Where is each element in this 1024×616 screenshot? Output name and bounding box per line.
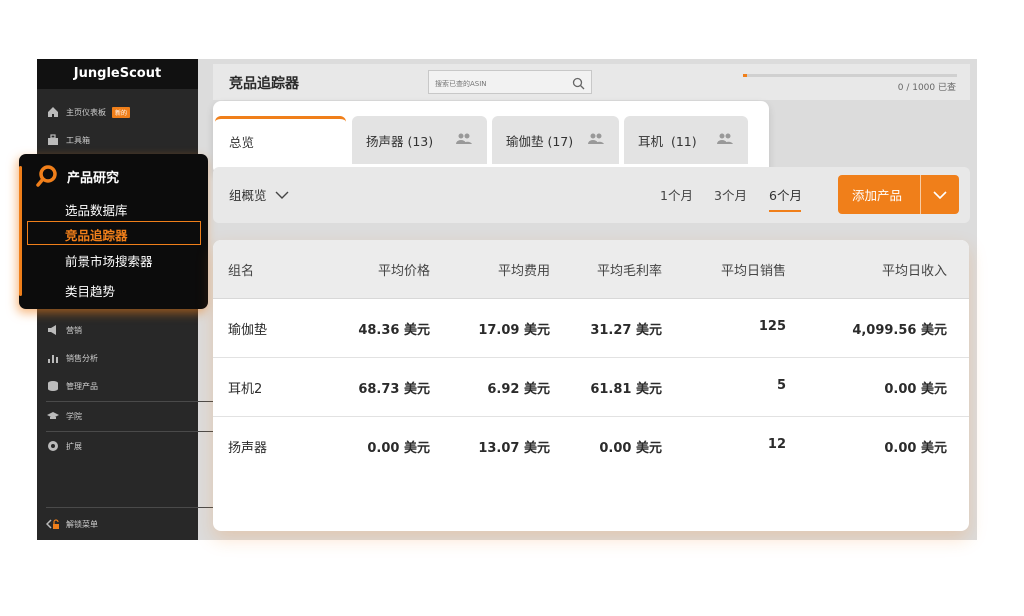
sidebar-item-label: 管理产品 [66, 381, 98, 391]
tab-yoga-mats[interactable]: 瑜伽垫 (17) [492, 116, 619, 164]
chrome-icon [46, 439, 60, 453]
tab-label: 总览 [229, 135, 255, 150]
tab-label: 扬声器 (13) [366, 133, 434, 149]
lock-arrow-icon [46, 517, 60, 531]
unlock-menu-button[interactable]: 解锁菜单 [46, 517, 98, 531]
sidebar-item-label: 扩展 [66, 441, 82, 451]
avg-daily-sales-cell: 12 [767, 437, 786, 452]
menu-item-label: 竞品追踪器 [65, 228, 128, 243]
column-header[interactable]: 平均费用 [498, 260, 550, 279]
sidebar-divider [46, 507, 230, 508]
table-row[interactable]: 瑜伽垫 48.36 美元 17.09 美元 31.27 美元 125 4,099… [213, 299, 969, 358]
usage-progress-text: 0 / 1000 已查 [897, 83, 956, 93]
sidebar-item-label: 主页仪表板 [66, 107, 106, 117]
sidebar-item-extension[interactable]: 扩展 [46, 439, 82, 453]
sidebar-item-label: 工具箱 [66, 135, 90, 145]
graduation-cap-icon [46, 409, 60, 423]
sidebar-item-academy[interactable]: 学院 [46, 409, 82, 423]
home-icon [46, 105, 60, 119]
period-3-months[interactable]: 3个月 [714, 185, 747, 204]
avg-daily-revenue-cell: 0.00 美元 [884, 441, 947, 456]
usage-progress-bar [743, 74, 957, 77]
search-input[interactable] [429, 73, 559, 95]
sidebar-item-marketing[interactable]: 营销 [46, 323, 82, 337]
usage-progress-fill [743, 74, 748, 77]
active-period-indicator [769, 210, 801, 212]
groups-table: 组名 平均价格 平均费用 平均毛利率 平均日销售 平均日收入 瑜伽垫 48.36… [213, 240, 969, 531]
filter-bar: 组概览 1个月 3个月 6个月 添加产品 [213, 167, 970, 223]
sidebar-item-toolbox[interactable]: 工具箱 [46, 133, 90, 147]
avg-fee-cell: 17.09 美元 [478, 323, 550, 338]
menu-item-product-tracker[interactable]: 竞品追踪器 [27, 221, 201, 245]
avg-daily-sales-cell: 5 [776, 378, 786, 393]
tab-overview[interactable]: 总览 [215, 116, 346, 164]
group-name-cell: 耳机2 [228, 382, 263, 397]
product-research-icon [35, 164, 59, 188]
avg-price-cell: 48.36 美元 [358, 323, 430, 338]
people-icon [455, 133, 473, 148]
tab-label: 耳机 (11) [638, 133, 697, 149]
sidebar-item-manage-products[interactable]: 管理产品 [46, 379, 98, 393]
page-header: 竞品追踪器 0 / 1000 已查 [213, 64, 970, 100]
avg-margin-cell: 31.27 美元 [590, 323, 662, 338]
product-research-header[interactable]: 产品研究 [35, 164, 119, 188]
menu-item-opportunity-finder[interactable]: 前景市场搜索器 [65, 251, 153, 270]
tab-label: 瑜伽垫 (17) [506, 133, 574, 149]
product-research-menu: 产品研究 选品数据库 竞品追踪器 前景市场搜索器 类目趋势 [19, 154, 208, 309]
sidebar-item-label: 销售分析 [66, 353, 98, 363]
add-product-button[interactable]: 添加产品 [838, 175, 959, 214]
avg-margin-cell: 0.00 美元 [599, 441, 662, 456]
brand-logo: JungleScout [37, 59, 198, 89]
table-row[interactable]: 扬声器 0.00 美元 13.07 美元 0.00 美元 12 0.00 美元 [213, 417, 969, 476]
column-header[interactable]: 平均日销售 [721, 260, 786, 279]
tab-speakers[interactable]: 扬声器 (13) [352, 116, 487, 164]
search-box [428, 70, 592, 95]
avg-fee-cell: 13.07 美元 [478, 441, 550, 456]
page-title: 竞品追踪器 [229, 76, 299, 92]
avg-daily-revenue-cell: 0.00 美元 [884, 382, 947, 397]
product-research-title: 产品研究 [67, 170, 120, 186]
menu-item-category-trends[interactable]: 类目趋势 [65, 281, 115, 300]
avg-daily-sales-cell: 125 [758, 319, 786, 334]
group-overview-label: 组概览 [229, 188, 267, 203]
tab-headphones[interactable]: 耳机 (11) [624, 116, 748, 164]
megaphone-icon [46, 323, 60, 337]
period-6-months[interactable]: 6个月 [769, 185, 802, 204]
avg-price-cell: 0.00 美元 [367, 441, 430, 456]
chevron-down-icon[interactable] [921, 190, 959, 199]
group-name-cell: 扬声器 [228, 441, 268, 456]
sidebar-divider [46, 401, 230, 402]
avg-margin-cell: 61.81 美元 [590, 382, 662, 397]
period-1-month[interactable]: 1个月 [660, 185, 693, 204]
column-header[interactable]: 平均毛利率 [597, 260, 662, 279]
table-header: 组名 平均价格 平均费用 平均毛利率 平均日销售 平均日收入 [213, 240, 969, 299]
avg-price-cell: 68.73 美元 [358, 382, 430, 397]
table-row[interactable]: 耳机2 68.73 美元 6.92 美元 61.81 美元 5 0.00 美元 [213, 358, 969, 417]
unlock-menu-label: 解锁菜单 [66, 519, 98, 529]
group-name-cell: 瑜伽垫 [228, 323, 268, 338]
sidebar-item-sales-analytics[interactable]: 销售分析 [46, 351, 98, 365]
new-badge: 新的 [112, 106, 131, 118]
sidebar-item-dashboard[interactable]: 主页仪表板 新的 [46, 105, 131, 119]
avg-daily-revenue-cell: 4,099.56 美元 [852, 323, 947, 338]
bar-chart-icon [46, 351, 60, 365]
people-icon [587, 133, 605, 148]
group-overview-dropdown[interactable]: 组概览 [229, 185, 289, 204]
chevron-down-icon [275, 191, 289, 199]
sidebar-item-label: 营销 [66, 325, 82, 335]
add-product-label: 添加产品 [852, 188, 903, 203]
sidebar-divider [46, 431, 230, 432]
group-tabs: 总览 扬声器 (13) 瑜伽垫 (17) 耳机 (11) [213, 101, 769, 175]
people-icon [716, 133, 734, 148]
column-header[interactable]: 组名 [228, 260, 254, 279]
search-icon[interactable] [572, 75, 585, 94]
database-icon [46, 379, 60, 393]
avg-fee-cell: 6.92 美元 [487, 382, 550, 397]
sidebar-item-label: 学院 [66, 411, 82, 421]
column-header[interactable]: 平均价格 [378, 260, 430, 279]
menu-item-product-database[interactable]: 选品数据库 [65, 200, 128, 219]
column-header[interactable]: 平均日收入 [882, 260, 947, 279]
toolbox-icon [46, 133, 60, 147]
